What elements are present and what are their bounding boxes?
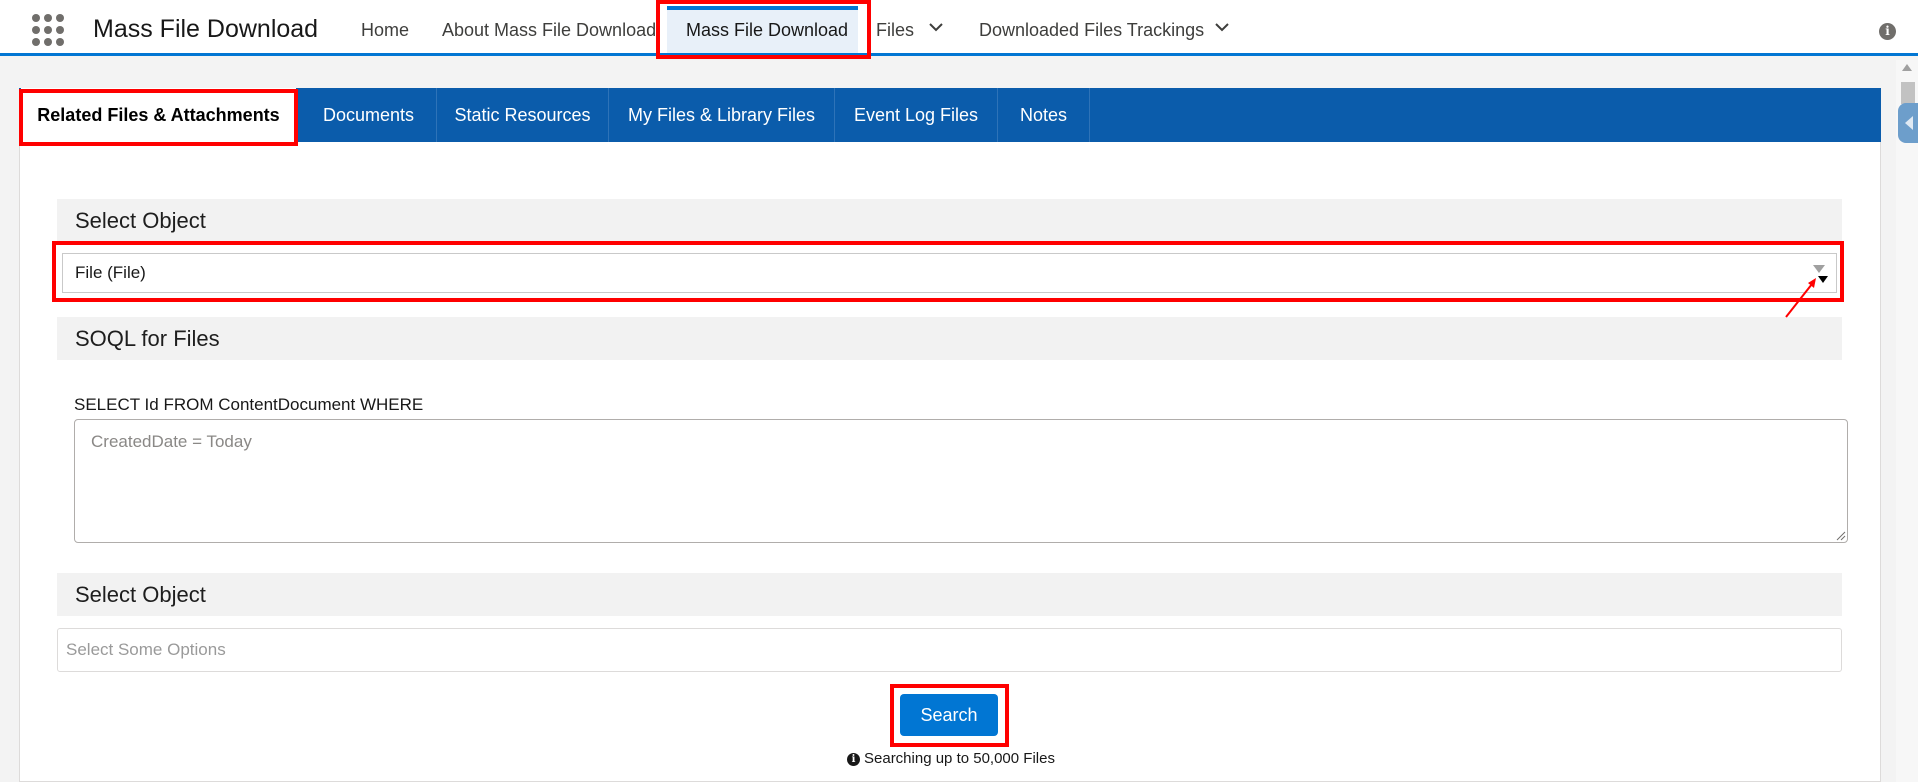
soql-header: SOQL for Files — [57, 317, 1842, 360]
annotation-box-search — [890, 684, 1009, 747]
search-limit-hint: i Searching up to 50,000 Files — [847, 750, 1055, 767]
annotation-box-nav — [656, 0, 871, 59]
collapse-panel-icon[interactable] — [1898, 103, 1918, 143]
select-object-header-2: Select Object — [57, 573, 1842, 616]
select-object-header: Select Object — [57, 199, 1842, 242]
chevron-down-icon[interactable] — [1215, 23, 1229, 32]
resize-handle-icon[interactable] — [1836, 531, 1846, 541]
nav-item-about[interactable]: About Mass File Download — [442, 20, 656, 41]
page-scrollbar[interactable] — [1896, 60, 1918, 782]
soql-where-input[interactable]: CreatedDate = Today — [74, 419, 1848, 543]
tab-event-log-files[interactable]: Event Log Files — [835, 88, 998, 142]
app-title: Mass File Download — [93, 15, 319, 43]
nav-item-files[interactable]: Files — [876, 20, 914, 41]
global-nav: Mass File Download Home About Mass File … — [0, 0, 1918, 56]
nav-item-downloaded-files-trackings[interactable]: Downloaded Files Trackings — [979, 20, 1204, 41]
scrollbar-thumb[interactable] — [1901, 82, 1915, 104]
tab-my-files-library-files[interactable]: My Files & Library Files — [609, 88, 835, 142]
scroll-up-icon[interactable] — [1902, 64, 1912, 71]
tab-notes[interactable]: Notes — [998, 88, 1090, 142]
options-multi-select[interactable]: Select Some Options — [57, 628, 1842, 672]
annotation-box-select — [52, 241, 1844, 302]
annotation-box-tab — [19, 89, 298, 146]
chevron-down-icon[interactable] — [929, 23, 943, 32]
info-icon: i — [847, 753, 860, 766]
nav-item-home[interactable]: Home — [361, 20, 409, 41]
search-limit-text: Searching up to 50,000 Files — [864, 750, 1055, 767]
info-icon[interactable]: i — [1879, 23, 1896, 40]
annotation-arrow-icon — [1785, 278, 1816, 318]
tab-documents[interactable]: Documents — [301, 88, 437, 142]
soql-prefix-label: SELECT Id FROM ContentDocument WHERE — [74, 395, 424, 414]
app-launcher-icon[interactable] — [32, 14, 64, 46]
tab-static-resources[interactable]: Static Resources — [437, 88, 609, 142]
